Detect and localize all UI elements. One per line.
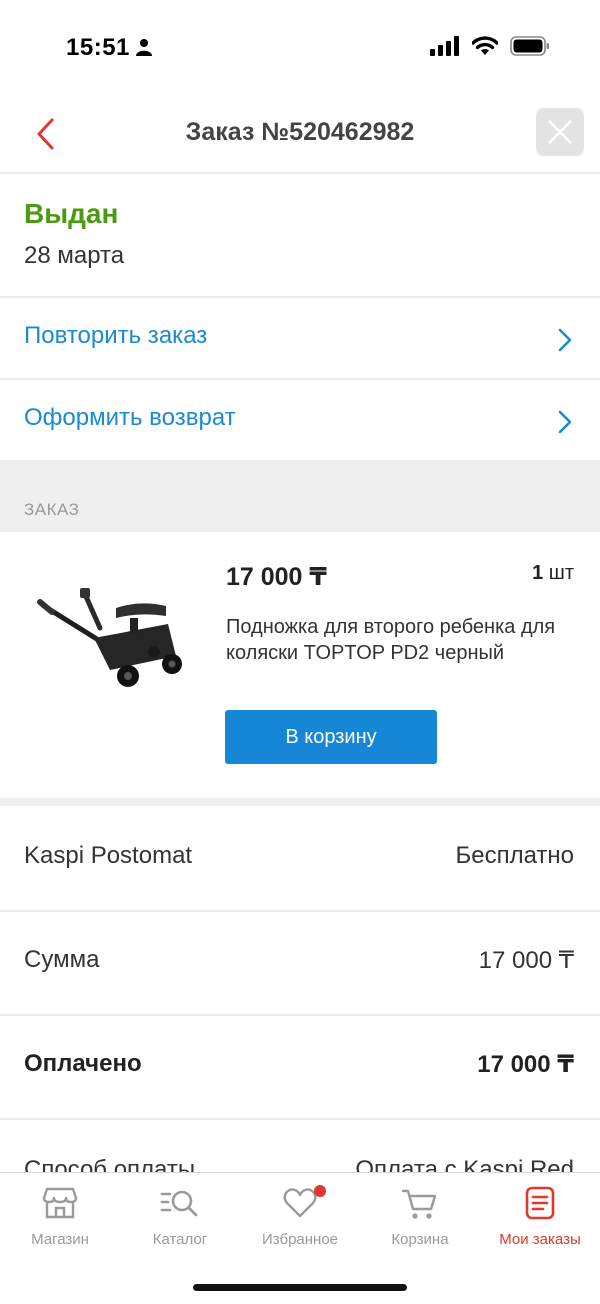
item-quantity: 1 шт <box>532 562 574 585</box>
person-icon <box>136 39 152 56</box>
item-quantity-unit: шт <box>548 562 574 584</box>
catalog-search-icon <box>160 1190 198 1217</box>
status-indicators <box>430 36 550 56</box>
sum-label: Сумма <box>24 946 100 973</box>
tab-catalog[interactable]: Каталог <box>120 1185 240 1257</box>
delivery-label: Kaspi Postomat <box>24 842 193 869</box>
paid-label: Оплачено <box>24 1050 142 1077</box>
delivery-row: Kaspi Postomat Бесплатно <box>0 806 600 912</box>
order-status-title: Выдан <box>24 198 119 229</box>
repeat-order-label: Повторить заказ <box>24 322 208 349</box>
delivery-value: Бесплатно <box>455 842 574 869</box>
tab-label: Корзина <box>391 1231 449 1248</box>
item-quantity-number: 1 <box>532 562 544 584</box>
return-order-label: Оформить возврат <box>24 404 236 431</box>
tab-label: Избранное <box>261 1231 339 1248</box>
cart-icon <box>401 1189 437 1219</box>
item-name[interactable]: Подножка для второго ребенка для коляски… <box>226 614 566 666</box>
product-image[interactable] <box>36 584 186 699</box>
close-icon <box>548 120 572 144</box>
tab-my-orders[interactable]: Мои заказы <box>480 1185 600 1257</box>
paid-value: 17 000 ₸ <box>477 1051 574 1078</box>
close-button[interactable] <box>536 108 584 156</box>
tab-label: Мои заказы <box>499 1231 581 1248</box>
wifi-icon <box>472 36 498 55</box>
section-label: ЗАКАЗ <box>24 500 80 519</box>
tab-favorites[interactable]: Избранное <box>240 1185 360 1257</box>
chevron-right-icon <box>558 328 572 352</box>
heart-icon <box>283 1188 317 1218</box>
item-price: 17 000 ₸ <box>226 563 327 591</box>
sum-row: Сумма 17 000 ₸ <box>0 910 600 1016</box>
battery-icon <box>510 36 549 56</box>
home-indicator <box>193 1284 407 1291</box>
order-status-date: 28 марта <box>24 242 125 269</box>
order-section-header: ЗАКАЗ <box>0 460 600 532</box>
divider <box>0 798 600 806</box>
tab-label: Каталог <box>152 1231 208 1248</box>
tab-shop[interactable]: Магазин <box>0 1185 120 1257</box>
repeat-order-row[interactable]: Повторить заказ <box>0 298 600 380</box>
return-order-row[interactable]: Оформить возврат <box>0 380 600 462</box>
order-status-block: Выдан 28 марта <box>0 174 600 298</box>
sum-value: 17 000 ₸ <box>478 947 574 974</box>
paid-row: Оплачено 17 000 ₸ <box>0 1014 600 1120</box>
notification-dot <box>314 1185 326 1197</box>
tab-label: Магазин <box>31 1231 89 1248</box>
chevron-right-icon <box>558 410 572 434</box>
orders-icon <box>525 1186 555 1220</box>
status-time: 15:51 <box>66 34 130 61</box>
order-item: 17 000 ₸ 1 шт Подножка для второго ребен… <box>0 532 600 798</box>
store-icon <box>42 1187 78 1219</box>
page-title: Заказ №520462982 <box>185 118 415 146</box>
status-bar: 15:51 <box>0 0 600 96</box>
add-to-cart-button[interactable]: В корзину <box>225 710 437 764</box>
tab-cart[interactable]: Корзина <box>360 1185 480 1257</box>
cellular-signal-icon <box>430 36 459 56</box>
navigation-bar: Заказ №520462982 <box>0 96 600 174</box>
